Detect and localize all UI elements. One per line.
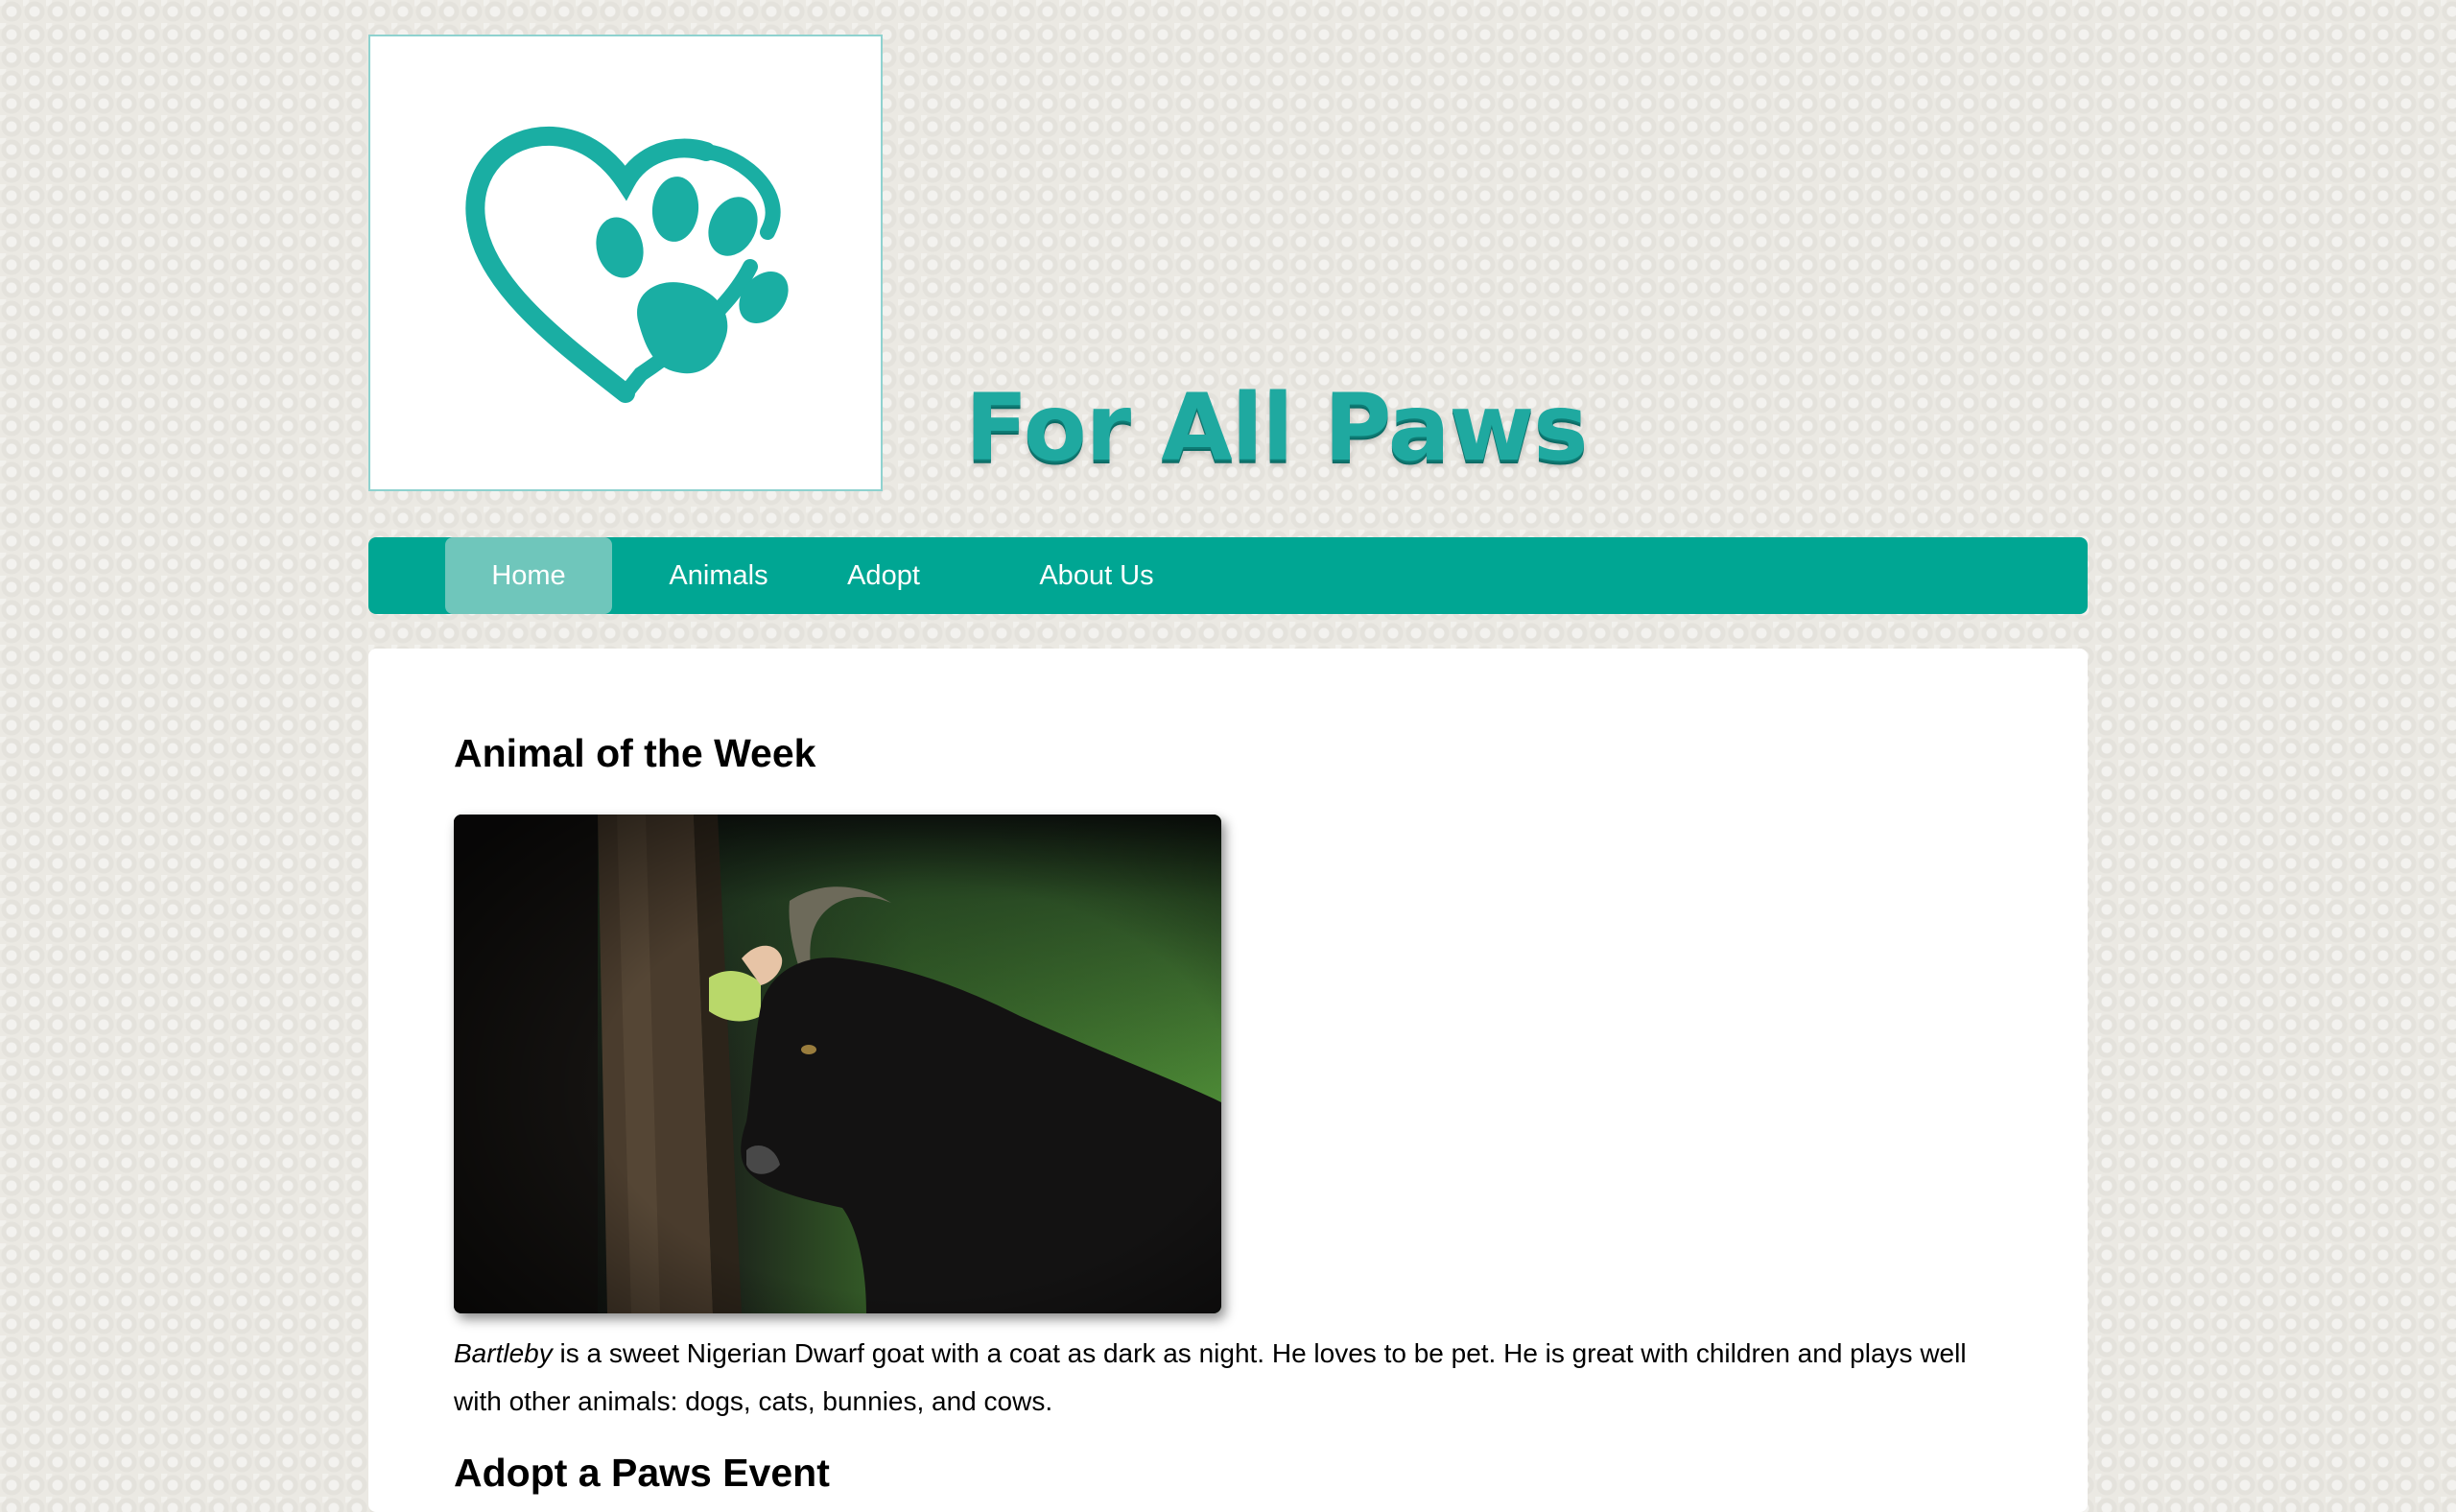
nav-item-about-us[interactable]: About Us [1005, 537, 1188, 614]
animal-name: Bartleby [454, 1338, 553, 1368]
animal-description-text: is a sweet Nigerian Dwarf goat with a co… [454, 1338, 1967, 1416]
heart-paw-icon [465, 126, 789, 403]
site-logo[interactable] [368, 35, 883, 491]
page: For All Paws Home Animals Adopt About Us… [0, 0, 2456, 1512]
section-title: Animal of the Week [454, 731, 816, 775]
nav-item-animals[interactable]: Animals [647, 537, 791, 614]
animal-photo [454, 815, 1221, 1313]
site-title: For All Paws [965, 374, 1588, 482]
nav-item-adopt[interactable]: Adopt [825, 537, 942, 614]
nav-item-home[interactable]: Home [445, 537, 612, 614]
main-nav: Home Animals Adopt About Us [368, 537, 2088, 614]
animal-description: Bartleby is a sweet Nigerian Dwarf goat … [454, 1330, 2008, 1426]
